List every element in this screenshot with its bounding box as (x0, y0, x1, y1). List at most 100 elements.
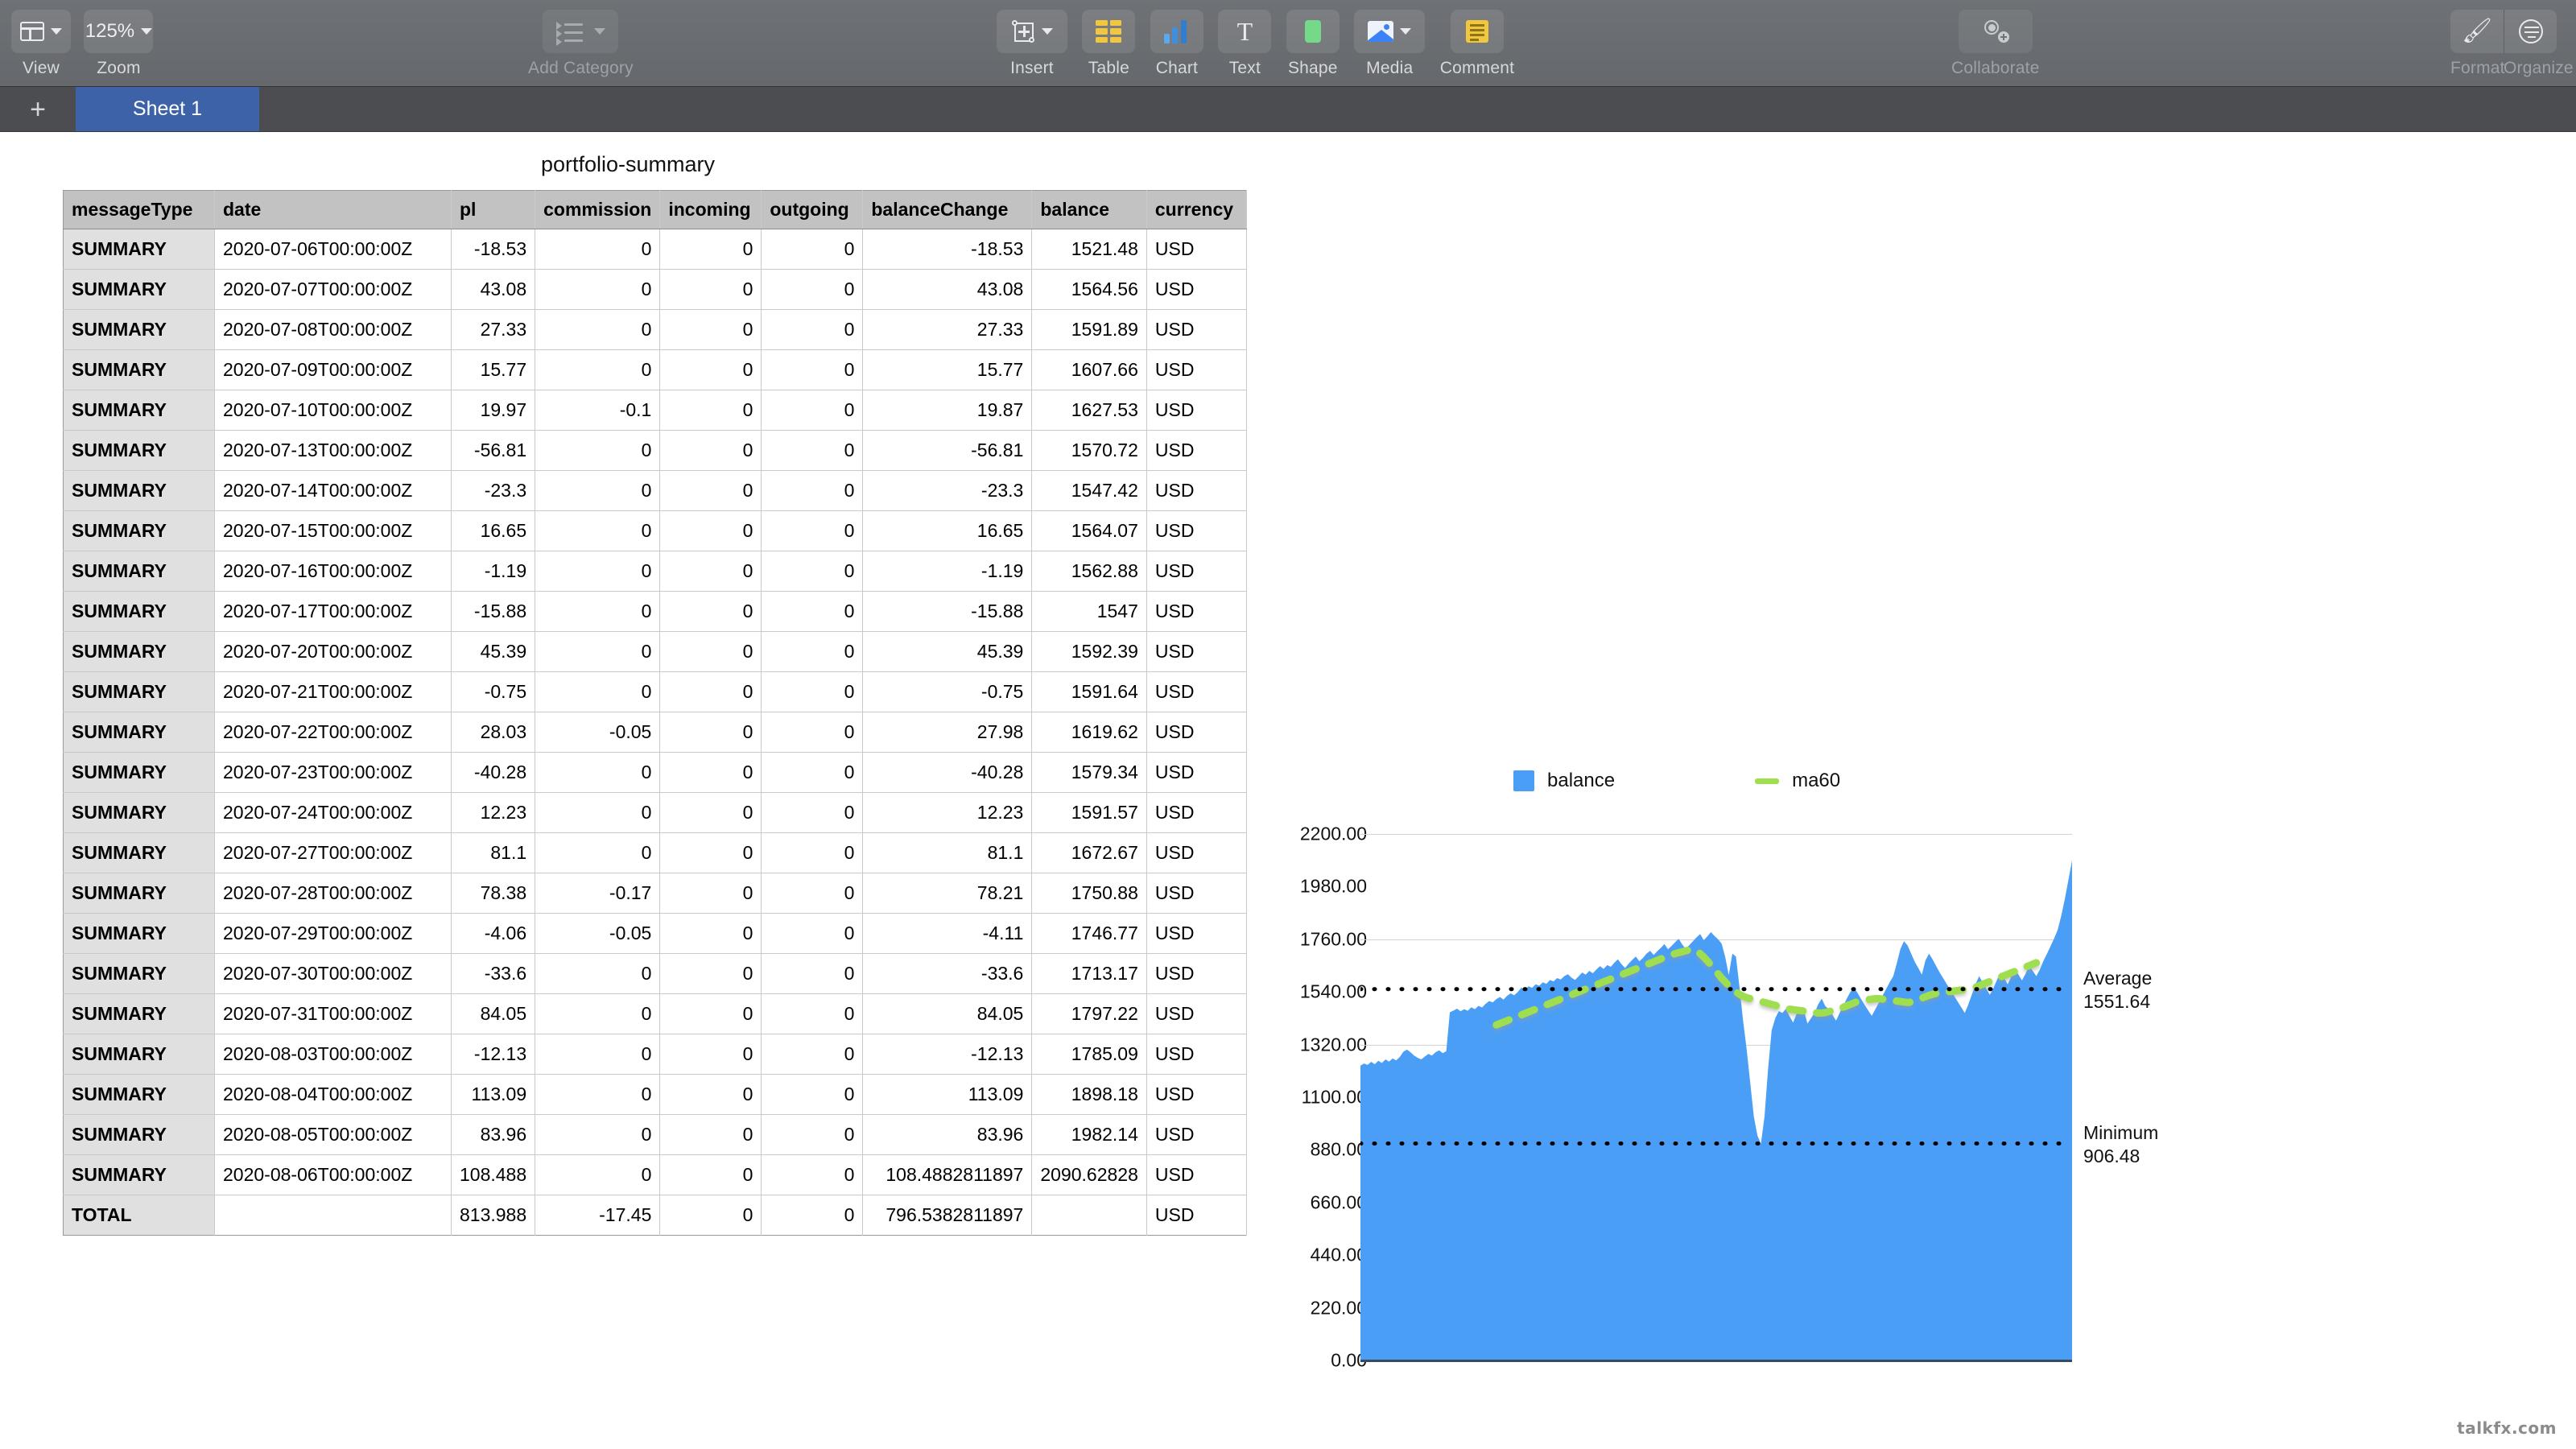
table-row[interactable]: SUMMARY 2020-08-05T00:00:00Z 83.96 0 0 0 83.96… (63, 1114, 1247, 1155)
table-cell-balancechange[interactable]: 108.4882811897 (862, 1154, 1033, 1195)
total-cell-pl[interactable]: 813.988 (451, 1195, 536, 1236)
table-cell-pl[interactable]: -40.28 (451, 752, 536, 793)
table-cell-messagetype[interactable]: SUMMARY (63, 752, 215, 793)
table-cell-currency[interactable]: USD (1146, 591, 1247, 632)
table-cell-balancechange[interactable]: 43.08 (862, 269, 1033, 310)
table-cell-commission[interactable]: -0.05 (535, 712, 661, 753)
format-button[interactable]: 🖌 (2450, 10, 2504, 53)
table-cell-outgoing[interactable]: 0 (761, 752, 864, 793)
column-header-currency[interactable]: currency (1146, 190, 1247, 229)
view-button[interactable]: View (11, 0, 71, 78)
table-cell-currency[interactable]: USD (1146, 752, 1247, 793)
table-cell-incoming[interactable]: 0 (659, 1114, 762, 1155)
text-button-surface[interactable]: T (1218, 10, 1272, 53)
table-cell-messagetype[interactable]: SUMMARY (63, 430, 215, 471)
table-cell-date[interactable]: 2020-07-31T00:00:00Z (214, 993, 452, 1034)
table-cell-incoming[interactable]: 0 (659, 269, 762, 310)
table-row[interactable]: SUMMARY 2020-07-10T00:00:00Z 19.97 -0.1 0 0 19… (63, 390, 1247, 431)
table-cell-commission[interactable]: 0 (535, 591, 661, 632)
table-cell-pl[interactable]: 84.05 (451, 993, 536, 1034)
table-cell-pl[interactable]: -0.75 (451, 671, 536, 712)
table-cell-date[interactable]: 2020-07-13T00:00:00Z (214, 430, 452, 471)
table-cell-balancechange[interactable]: -40.28 (862, 752, 1033, 793)
table-cell-messagetype[interactable]: SUMMARY (63, 1114, 215, 1155)
table-cell-outgoing[interactable]: 0 (761, 269, 864, 310)
summary-table-wrapper[interactable]: messageType date pl commission incoming … (63, 190, 1247, 1236)
table-row[interactable]: SUMMARY 2020-07-31T00:00:00Z 84.05 0 0 0 84.05… (63, 993, 1247, 1034)
table-row[interactable]: SUMMARY 2020-07-24T00:00:00Z 12.23 0 0 0 12.23… (63, 792, 1247, 833)
shape-button-surface[interactable] (1286, 10, 1340, 53)
table-cell-balancechange[interactable]: 113.09 (862, 1074, 1033, 1115)
table-row[interactable]: SUMMARY 2020-07-09T00:00:00Z 15.77 0 0 0 15.77… (63, 349, 1247, 390)
table-cell-incoming[interactable]: 0 (659, 752, 762, 793)
table-cell-date[interactable]: 2020-07-30T00:00:00Z (214, 953, 452, 994)
table-row[interactable]: SUMMARY 2020-07-07T00:00:00Z 43.08 0 0 0 43.08… (63, 269, 1247, 310)
table-row[interactable]: SUMMARY 2020-07-15T00:00:00Z 16.65 0 0 0 16.65… (63, 510, 1247, 551)
table-cell-outgoing[interactable]: 0 (761, 671, 864, 712)
table-cell-outgoing[interactable]: 0 (761, 1154, 864, 1195)
table-cell-pl[interactable]: -33.6 (451, 953, 536, 994)
table-cell-outgoing[interactable]: 0 (761, 792, 864, 833)
table-cell-messagetype[interactable]: SUMMARY (63, 1154, 215, 1195)
insert-button-surface[interactable] (997, 10, 1067, 53)
table-cell-outgoing[interactable]: 0 (761, 470, 864, 511)
table-cell-date[interactable]: 2020-07-09T00:00:00Z (214, 349, 452, 390)
chart-button[interactable]: Chart (1150, 0, 1203, 78)
table-cell-pl[interactable]: 19.97 (451, 390, 536, 431)
table-cell-date[interactable]: 2020-07-07T00:00:00Z (214, 269, 452, 310)
table-cell-pl[interactable]: 78.38 (451, 873, 536, 914)
insert-button[interactable]: Insert (997, 0, 1067, 78)
balance-chart[interactable]: balance ma60 2200.00 1980.00 1760.00 1540.0… (1240, 752, 2383, 1380)
table-cell-outgoing[interactable]: 0 (761, 1034, 864, 1075)
table-cell-currency[interactable]: USD (1146, 269, 1247, 310)
table-cell-balancechange[interactable]: 19.87 (862, 390, 1033, 431)
table-cell-balancechange[interactable]: -23.3 (862, 470, 1033, 511)
media-button-surface[interactable] (1354, 10, 1426, 53)
table-cell-incoming[interactable]: 0 (659, 1074, 762, 1115)
table-row[interactable]: SUMMARY 2020-07-17T00:00:00Z -15.88 0 0 0 -15.… (63, 591, 1247, 632)
table-cell-balance[interactable]: 1627.53 (1031, 390, 1147, 431)
table-cell-balancechange[interactable]: 81.1 (862, 832, 1033, 873)
organize-button[interactable] (2504, 10, 2557, 53)
table-cell-incoming[interactable]: 0 (659, 913, 762, 954)
table-cell-pl[interactable]: 15.77 (451, 349, 536, 390)
table-cell-pl[interactable]: -4.06 (451, 913, 536, 954)
table-cell-commission[interactable]: 0 (535, 430, 661, 471)
table-cell-balance[interactable]: 2090.62828 (1031, 1154, 1147, 1195)
table-cell-messagetype[interactable]: SUMMARY (63, 631, 215, 672)
table-cell-commission[interactable]: 0 (535, 269, 661, 310)
comment-button[interactable]: Comment (1440, 0, 1514, 78)
table-row[interactable]: SUMMARY 2020-07-30T00:00:00Z -33.6 0 0 0 -33.6… (63, 953, 1247, 994)
table-cell-date[interactable]: 2020-07-08T00:00:00Z (214, 309, 452, 350)
table-cell-balancechange[interactable]: -0.75 (862, 671, 1033, 712)
table-cell-commission[interactable]: 0 (535, 510, 661, 551)
table-cell-balance[interactable]: 1564.07 (1031, 510, 1147, 551)
shape-button[interactable]: Shape (1286, 0, 1340, 78)
table-cell-messagetype[interactable]: SUMMARY (63, 269, 215, 310)
table-cell-balancechange[interactable]: -4.11 (862, 913, 1033, 954)
total-cell-outgoing[interactable]: 0 (761, 1195, 864, 1236)
table-cell-commission[interactable]: 0 (535, 671, 661, 712)
table-cell-pl[interactable]: 28.03 (451, 712, 536, 753)
table-cell-date[interactable]: 2020-07-29T00:00:00Z (214, 913, 452, 954)
table-cell-incoming[interactable]: 0 (659, 832, 762, 873)
table-cell-balance[interactable]: 1607.66 (1031, 349, 1147, 390)
table-cell-commission[interactable]: -0.05 (535, 913, 661, 954)
table-cell-outgoing[interactable]: 0 (761, 953, 864, 994)
table-cell-pl[interactable]: -12.13 (451, 1034, 536, 1075)
table-cell-messagetype[interactable]: SUMMARY (63, 510, 215, 551)
table-cell-commission[interactable]: 0 (535, 1034, 661, 1075)
table-cell-messagetype[interactable]: SUMMARY (63, 1034, 215, 1075)
table-cell-balancechange[interactable]: -33.6 (862, 953, 1033, 994)
table-cell-date[interactable]: 2020-07-17T00:00:00Z (214, 591, 452, 632)
table-button-surface[interactable] (1082, 10, 1136, 53)
table-cell-commission[interactable]: 0 (535, 470, 661, 511)
table-cell-incoming[interactable]: 0 (659, 390, 762, 431)
table-cell-outgoing[interactable]: 0 (761, 430, 864, 471)
table-cell-date[interactable]: 2020-08-03T00:00:00Z (214, 1034, 452, 1075)
table-cell-balance[interactable]: 1750.88 (1031, 873, 1147, 914)
table-cell-balance[interactable]: 1579.34 (1031, 752, 1147, 793)
table-cell-commission[interactable]: 0 (535, 551, 661, 592)
table-cell-incoming[interactable]: 0 (659, 631, 762, 672)
table-cell-commission[interactable]: 0 (535, 631, 661, 672)
